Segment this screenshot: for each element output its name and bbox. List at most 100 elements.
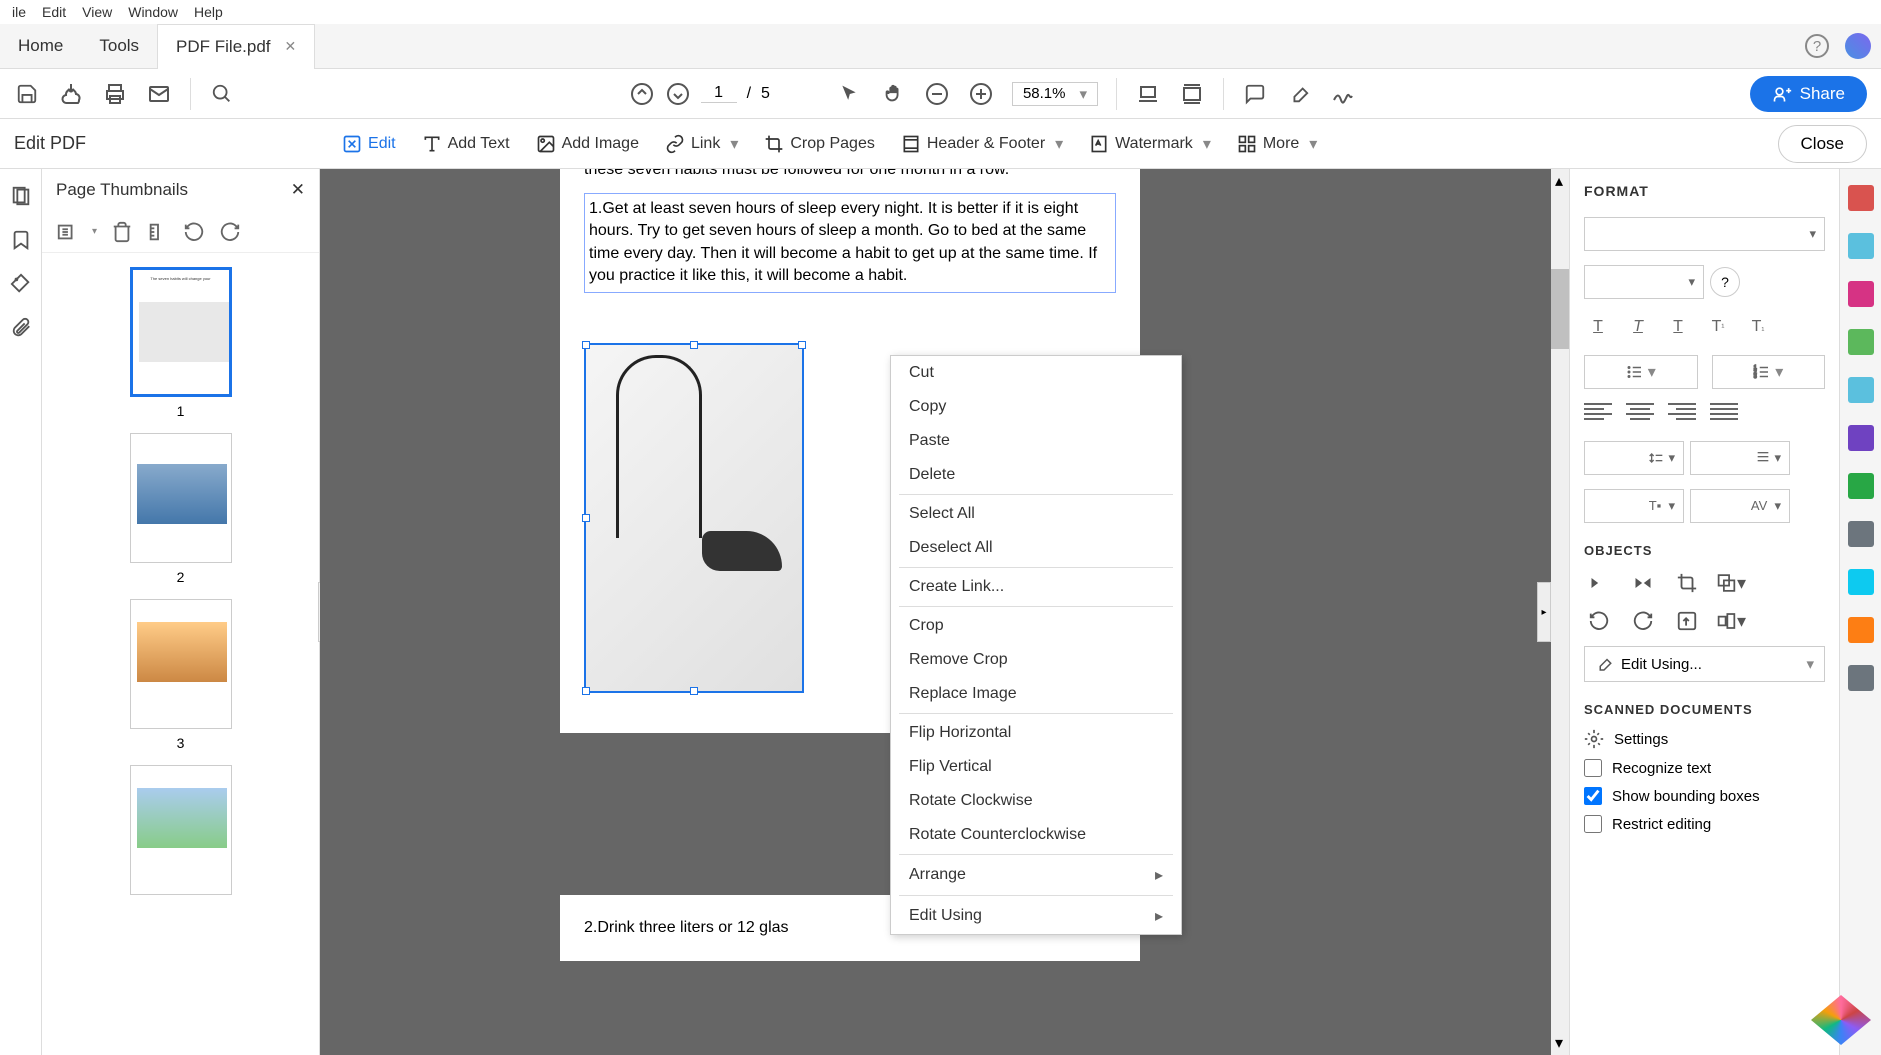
ctx-select-all[interactable]: Select All (891, 497, 1181, 531)
select-tool-icon[interactable] (836, 81, 862, 107)
save-icon[interactable] (14, 81, 40, 107)
watermark-button[interactable]: Watermark▾ (1079, 128, 1221, 160)
vertical-scrollbar[interactable]: ▴▾ (1551, 169, 1569, 1055)
tool-prepare-icon[interactable] (1848, 569, 1874, 595)
ctx-arrange[interactable]: Arrange (891, 857, 1181, 893)
recognize-text-checkbox[interactable] (1584, 759, 1602, 777)
number-list-button[interactable]: 123▾ (1712, 355, 1826, 389)
page-down-icon[interactable] (665, 81, 691, 107)
tool-organize-icon[interactable] (1848, 377, 1874, 403)
format-help-icon[interactable]: ? (1710, 267, 1740, 297)
crop-icon[interactable] (1672, 570, 1702, 596)
italic-button[interactable]: T (1624, 313, 1652, 341)
bounding-boxes-checkbox[interactable] (1584, 787, 1602, 805)
ctx-create-link[interactable]: Create Link... (891, 570, 1181, 604)
align-justify-button[interactable] (1710, 403, 1738, 427)
tool-more-icon[interactable] (1848, 665, 1874, 691)
tab-close-icon[interactable]: ✕ (285, 38, 297, 55)
ctx-rotate-ccw[interactable]: Rotate Counterclockwise (891, 818, 1181, 852)
align-obj-icon[interactable]: ▾ (1716, 608, 1746, 634)
menu-view[interactable]: View (74, 2, 120, 22)
thumbnail-1[interactable]: The seven habits will change your 1 (130, 267, 232, 419)
settings-row[interactable]: Settings (1584, 729, 1825, 749)
flip-h-icon[interactable] (1584, 570, 1614, 596)
tool-fill-icon[interactable] (1848, 521, 1874, 547)
search-icon[interactable] (209, 81, 235, 107)
tool-create-icon[interactable] (1848, 185, 1874, 211)
tool-edit-icon[interactable] (1848, 233, 1874, 259)
replace-icon[interactable] (1672, 608, 1702, 634)
thumb-rotate-ccw-icon[interactable] (183, 221, 205, 243)
doc-image-selected[interactable] (584, 343, 804, 693)
menu-help[interactable]: Help (186, 2, 231, 22)
link-button[interactable]: Link▾ (655, 128, 748, 160)
attachment-icon[interactable] (10, 317, 32, 339)
ctx-delete[interactable]: Delete (891, 458, 1181, 492)
edit-using-dropdown[interactable]: Edit Using... ▾ (1584, 646, 1825, 682)
signin-icon[interactable] (1845, 33, 1871, 59)
doc-text-block[interactable]: 1.Get at least seven hours of sleep ever… (584, 193, 1116, 293)
ctx-flip-v[interactable]: Flip Vertical (891, 750, 1181, 784)
thumbnail-4[interactable] (130, 765, 232, 895)
page-input[interactable] (701, 84, 737, 103)
ctx-rotate-cw[interactable]: Rotate Clockwise (891, 784, 1181, 818)
font-dropdown[interactable]: ▾ (1584, 217, 1825, 251)
bullet-list-button[interactable]: ▾ (1584, 355, 1698, 389)
ctx-copy[interactable]: Copy (891, 390, 1181, 424)
ctx-flip-h[interactable]: Flip Horizontal (891, 716, 1181, 750)
subscript-button[interactable]: T₁ (1744, 313, 1772, 341)
align-left-button[interactable] (1584, 403, 1612, 427)
highlight-icon[interactable] (1286, 81, 1312, 107)
line-spacing-dropdown[interactable]: ▾ (1584, 441, 1684, 475)
tool-combine-icon[interactable] (1848, 617, 1874, 643)
bold-button[interactable]: T (1584, 313, 1612, 341)
menu-edit[interactable]: Edit (34, 2, 74, 22)
restrict-editing-checkbox[interactable] (1584, 815, 1602, 833)
close-button[interactable]: Close (1778, 125, 1867, 163)
print-icon[interactable] (102, 81, 128, 107)
thumb-ruler-icon[interactable] (147, 221, 169, 243)
rotate-cw-icon[interactable] (1628, 608, 1658, 634)
flip-v-icon[interactable] (1628, 570, 1658, 596)
add-image-button[interactable]: Add Image (526, 128, 649, 160)
align-center-button[interactable] (1626, 403, 1654, 427)
more-button[interactable]: More▾ (1227, 128, 1327, 160)
cloud-icon[interactable] (58, 81, 84, 107)
edit-button[interactable]: Edit (332, 128, 406, 160)
text-color-dropdown[interactable]: T▪ ▾ (1584, 489, 1684, 523)
tab-document[interactable]: PDF File.pdf ✕ (157, 24, 315, 69)
menu-file[interactable]: ile (4, 2, 34, 22)
align-right-button[interactable] (1668, 403, 1696, 427)
thumb-delete-icon[interactable] (111, 221, 133, 243)
thumbnail-3[interactable]: 3 (130, 599, 232, 751)
kerning-dropdown[interactable]: AV ▾ (1690, 489, 1790, 523)
bookmark-icon[interactable] (10, 229, 32, 251)
thumbnails-close-icon[interactable]: ✕ (291, 180, 305, 200)
header-footer-button[interactable]: Header & Footer▾ (891, 128, 1073, 160)
ctx-paste[interactable]: Paste (891, 424, 1181, 458)
thumbnail-2[interactable]: 2 (130, 433, 232, 585)
share-button[interactable]: Share (1750, 76, 1867, 112)
ctx-edit-using[interactable]: Edit Using (891, 898, 1181, 934)
fit-page-icon[interactable] (1179, 81, 1205, 107)
zoom-dropdown[interactable]: 58.1%▾ (1012, 82, 1098, 106)
ctx-cut[interactable]: Cut (891, 356, 1181, 390)
comment-icon[interactable] (1242, 81, 1268, 107)
help-icon[interactable]: ? (1805, 34, 1829, 58)
zoom-out-icon[interactable] (924, 81, 950, 107)
crop-pages-button[interactable]: Crop Pages (754, 128, 885, 160)
rotate-ccw-icon[interactable] (1584, 608, 1614, 634)
para-spacing-dropdown[interactable]: ▾ (1690, 441, 1790, 475)
ctx-remove-crop[interactable]: Remove Crop (891, 643, 1181, 677)
underline-button[interactable]: T̲ (1664, 313, 1692, 341)
tool-export-icon[interactable] (1848, 281, 1874, 307)
collapse-right-icon[interactable]: ▸ (1537, 582, 1551, 642)
tab-home[interactable]: Home (0, 24, 81, 69)
ctx-replace-image[interactable]: Replace Image (891, 677, 1181, 711)
tag-icon[interactable] (10, 273, 32, 295)
superscript-button[interactable]: T¹ (1704, 313, 1732, 341)
arrange-icon[interactable]: ▾ (1716, 570, 1746, 596)
tool-protect-icon[interactable] (1848, 473, 1874, 499)
ctx-deselect-all[interactable]: Deselect All (891, 531, 1181, 565)
hand-tool-icon[interactable] (880, 81, 906, 107)
